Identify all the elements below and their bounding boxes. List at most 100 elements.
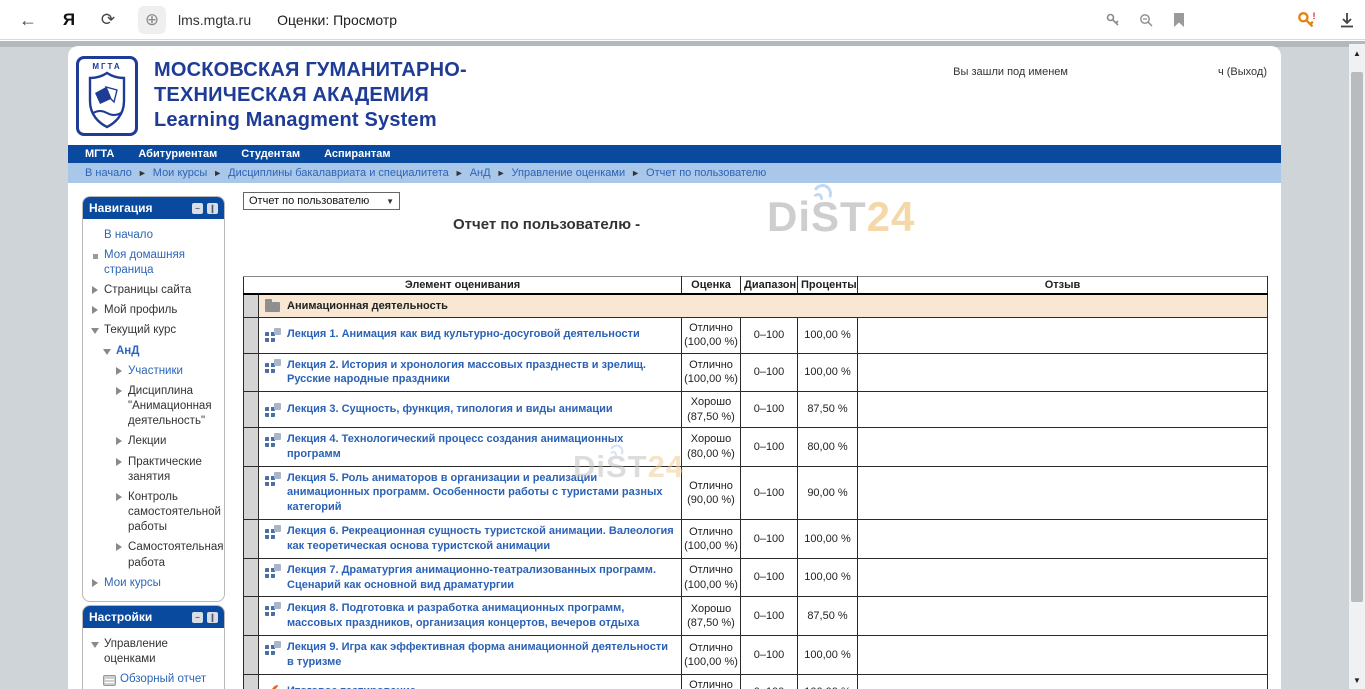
grade-item-row: Лекция 4. Технологический процесс создан…	[244, 427, 1268, 466]
topnav-item-4[interactable]: Аспирантам	[324, 148, 390, 160]
navigation-label[interactable]: Участники	[128, 364, 183, 379]
navigation-label: Мой профиль	[104, 303, 177, 318]
percent-cell: 100,00 %	[798, 558, 858, 597]
grade-item-link[interactable]: Лекция 6. Рекреационная сущность туристс…	[287, 524, 675, 554]
grade-item-link[interactable]: Лекция 5. Роль аниматоров в организации …	[287, 471, 675, 516]
item-name-cell: Лекция 9. Игра как эффективная форма ани…	[259, 636, 682, 675]
tree-expand-icon[interactable]	[116, 458, 122, 466]
site-panel: МГТА МОСКОВСКАЯ ГУМАНИТАРНО- ТЕХНИЧЕСКАЯ…	[68, 46, 1281, 689]
grade-item-link[interactable]: Лекция 3. Сущность, функция, типология и…	[287, 402, 613, 417]
range-cell: 0–100	[741, 520, 798, 559]
browser-back-button[interactable]: ←	[15, 7, 41, 33]
main-content: Отчет по пользователю ▼ Отчет по пользов…	[243, 183, 1267, 689]
navigation-item: АнД	[86, 341, 221, 361]
grade-item-link[interactable]: Итоговое тестирование	[287, 684, 416, 689]
item-name-cell: Лекция 3. Сущность, функция, типология и…	[259, 392, 682, 428]
scroll-down-arrow[interactable]: ▼	[1349, 673, 1365, 687]
topnav-item-2[interactable]: Абитуриентам	[138, 148, 217, 160]
topnav-item-1[interactable]: МГТА	[85, 148, 114, 160]
address-bar[interactable]: ⊕ lms.mgta.ru Оценки: Просмотр	[134, 2, 1269, 38]
breadcrumb-item[interactable]: Управление оценками	[512, 167, 626, 179]
lms-subtitle: Learning Managment System	[154, 108, 467, 133]
zoom-icon[interactable]	[1136, 10, 1156, 30]
password-alert-icon[interactable]: !	[1297, 10, 1317, 30]
column-header: Отзыв	[858, 277, 1268, 295]
grade-word: Отлично	[684, 479, 738, 493]
grade-percent: (80,00 %)	[684, 447, 738, 461]
item-name-cell: Итоговое тестирование	[259, 674, 682, 689]
grade-item-link[interactable]: Лекция 2. История и хронология массовых …	[287, 358, 675, 388]
percent-cell: 100,00 %	[798, 674, 858, 689]
tree-collapse-icon[interactable]	[91, 328, 99, 334]
grade-word: Хорошо	[684, 395, 738, 409]
yandex-logo-button[interactable]: Я	[56, 7, 82, 33]
range-cell: 0–100	[741, 674, 798, 689]
breadcrumb-item[interactable]: АнД	[470, 167, 491, 179]
tree-expand-icon[interactable]	[116, 367, 122, 375]
url-text[interactable]: lms.mgta.ru	[178, 12, 251, 28]
range-cell: 0–100	[741, 392, 798, 428]
shield-emblem-icon	[87, 71, 127, 129]
tree-expand-icon[interactable]	[92, 579, 98, 587]
lesson-icon	[265, 564, 281, 579]
topnav-item-3[interactable]: Студентам	[241, 148, 300, 160]
dock-block-icon[interactable]: ❙	[207, 203, 218, 214]
tree-expand-icon[interactable]	[92, 286, 98, 294]
collapse-block-icon[interactable]: −	[192, 203, 203, 214]
bookmark-icon[interactable]	[1169, 10, 1189, 30]
feedback-cell	[858, 597, 1268, 636]
breadcrumb-item[interactable]: Отчет по пользователю	[646, 167, 766, 179]
grade-cell: Отлично(90,00 %)	[682, 466, 741, 520]
tree-expand-icon[interactable]	[116, 493, 122, 501]
lesson-icon	[265, 328, 281, 343]
tree-collapse-icon[interactable]	[91, 642, 99, 648]
grade-percent: (100,00 %)	[684, 372, 738, 386]
navigation-label[interactable]: Мои курсы	[104, 576, 161, 591]
tree-expand-icon[interactable]	[116, 543, 122, 551]
grade-item-row: Лекция 8. Подготовка и разработка анимац…	[244, 597, 1268, 636]
scroll-up-arrow[interactable]: ▲	[1349, 46, 1365, 60]
scrollbar-thumb[interactable]	[1351, 72, 1363, 602]
collapse-block-icon[interactable]: −	[192, 612, 203, 623]
indent-cell	[244, 520, 259, 559]
grade-word: Отлично	[684, 321, 738, 335]
settings-block-title: Настройки	[89, 610, 188, 624]
logout-link[interactable]: ч (Выход)	[1218, 66, 1267, 78]
bullet-square-icon	[93, 254, 98, 259]
grade-percent: (100,00 %)	[684, 335, 738, 349]
dock-block-icon[interactable]: ❙	[207, 612, 218, 623]
breadcrumb-item[interactable]: Дисциплины бакалавриата и специалитета	[228, 167, 449, 179]
grade-item-link[interactable]: Лекция 9. Игра как эффективная форма ани…	[287, 640, 675, 670]
grade-item-link[interactable]: Лекция 4. Технологический процесс создан…	[287, 432, 675, 462]
breadcrumb-item[interactable]: Мои курсы	[153, 167, 207, 179]
academy-title-line2: ТЕХНИЧЕСКАЯ АКАДЕМИЯ	[154, 83, 467, 108]
grade-item-link[interactable]: Лекция 7. Драматургия анимационно-театра…	[287, 563, 675, 593]
navigation-label[interactable]: АнД	[116, 344, 139, 359]
navigation-label[interactable]: В начало	[104, 228, 153, 243]
grade-item-link[interactable]: Лекция 1. Анимация как вид культурно-дос…	[287, 327, 640, 342]
percent-cell: 100,00 %	[798, 318, 858, 354]
range-cell: 0–100	[741, 466, 798, 520]
navigation-label[interactable]: Моя домашняя страница	[104, 248, 219, 278]
tree-collapse-icon[interactable]	[103, 349, 111, 355]
report-type-select[interactable]: Отчет по пользователю ▼	[243, 192, 400, 210]
grade-item-row: Лекция 3. Сущность, функция, типология и…	[244, 392, 1268, 428]
grade-word: Хорошо	[684, 432, 738, 446]
settings-label[interactable]: Обзорный отчет	[120, 672, 206, 687]
feedback-cell	[858, 392, 1268, 428]
grade-item-link[interactable]: Лекция 8. Подготовка и разработка анимац…	[287, 601, 675, 631]
breadcrumb-item[interactable]: В начало	[85, 167, 132, 179]
grade-percent: (100,00 %)	[684, 539, 738, 553]
tree-expand-icon[interactable]	[92, 306, 98, 314]
settings-block-header: Настройки − ❙	[83, 606, 224, 628]
tree-expand-icon[interactable]	[116, 387, 122, 395]
tree-expand-icon[interactable]	[116, 437, 122, 445]
browser-reload-button[interactable]: ⟳	[95, 7, 121, 33]
password-key-icon[interactable]	[1103, 10, 1123, 30]
column-header: Оценка	[682, 277, 741, 295]
lesson-icon	[265, 602, 281, 617]
lesson-icon	[265, 641, 281, 656]
vertical-scrollbar[interactable]: ▲ ▼	[1349, 44, 1365, 689]
download-icon[interactable]	[1337, 10, 1357, 30]
feedback-cell	[858, 520, 1268, 559]
